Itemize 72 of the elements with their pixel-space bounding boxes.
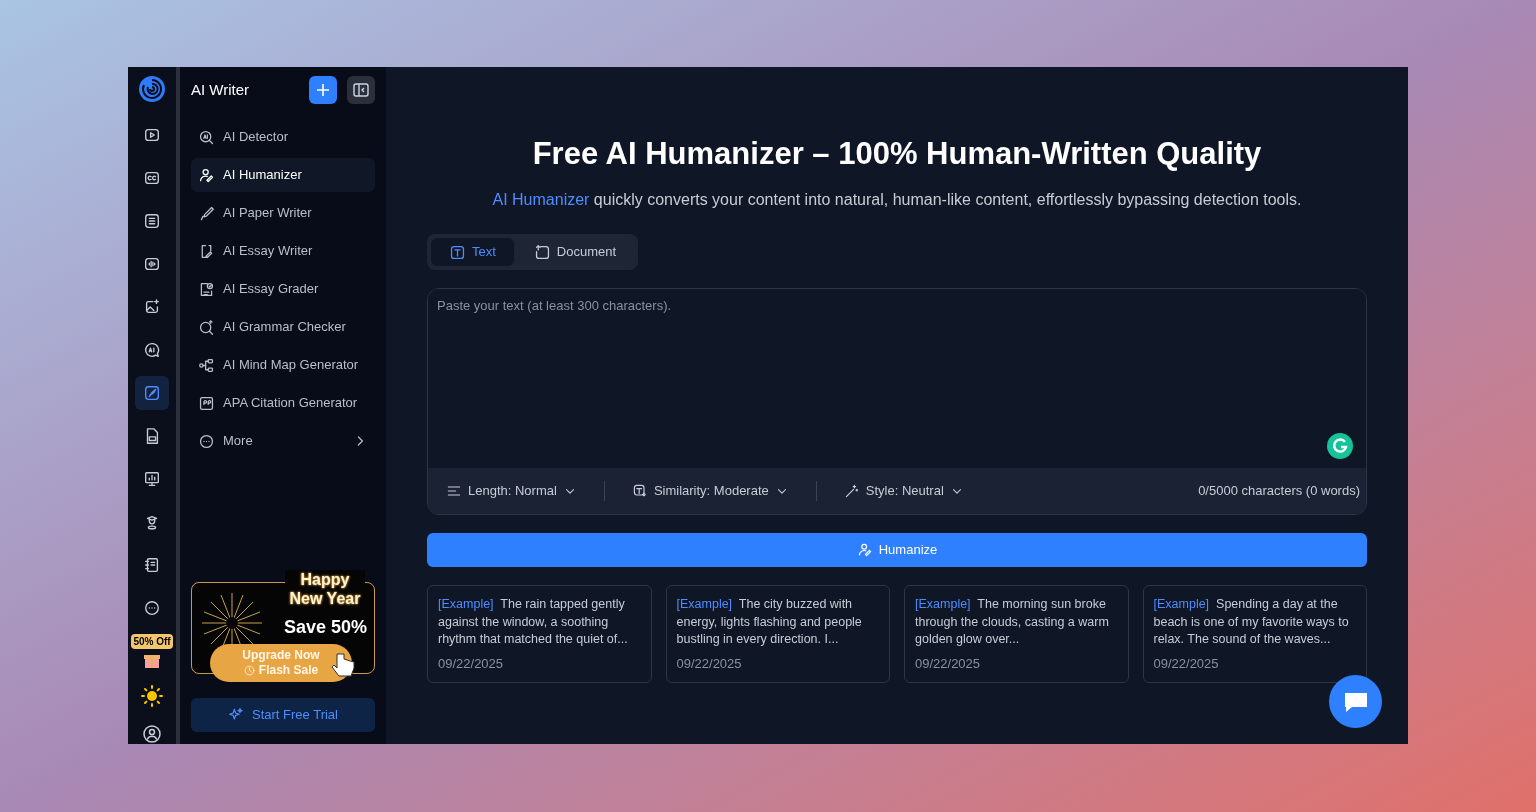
sidebar-item[interactable]: AI Essay Writer bbox=[191, 234, 375, 268]
humanize-button[interactable]: Humanize bbox=[427, 533, 1367, 567]
panel-icon bbox=[352, 81, 370, 99]
sparkle-icon bbox=[228, 707, 244, 723]
plus-icon bbox=[315, 82, 331, 98]
option-dropdown[interactable]: Style: Neutral bbox=[843, 481, 964, 501]
promo-offer: Save 50% bbox=[283, 616, 367, 639]
clock-icon bbox=[243, 665, 255, 676]
example-card[interactable]: [Example] The morning sun broke through the clouds, casting a warm golden glow over... 09/22/2025 bbox=[904, 585, 1129, 683]
example-card[interactable]: [Example] The city buzzed with energy, lights flashing and people bustling in every direction. I... 09/22/2025 bbox=[665, 585, 890, 683]
account-icon[interactable] bbox=[142, 724, 162, 744]
grammar-search-icon bbox=[198, 318, 215, 336]
sidebar-item[interactable]: AI Mind Map Generator bbox=[191, 348, 375, 382]
lines-icon bbox=[446, 483, 462, 499]
sidebar-item[interactable]: AI Grammar Checker bbox=[191, 310, 375, 344]
chart-board-icon bbox=[143, 470, 161, 488]
more-icon bbox=[143, 599, 161, 617]
chat-button[interactable] bbox=[1329, 675, 1382, 728]
sidebar-title: AI Writer bbox=[191, 79, 251, 100]
mode-tab[interactable]: Document bbox=[515, 238, 635, 266]
grade-document-icon bbox=[198, 280, 215, 298]
document-upload-icon bbox=[533, 243, 551, 261]
ai-search-icon bbox=[198, 128, 215, 146]
sidebar-item[interactable]: AI Paper Writer bbox=[191, 196, 375, 230]
discount-badge[interactable]: 50% Off bbox=[131, 634, 173, 649]
option-dropdown[interactable]: Length: Normal bbox=[446, 481, 577, 501]
audio-wave-icon bbox=[143, 255, 161, 273]
captions-icon bbox=[143, 169, 161, 187]
pointing-hand-icon bbox=[329, 650, 357, 680]
writer-icon bbox=[143, 384, 161, 402]
option-dropdown[interactable]: Similarity: Moderate bbox=[631, 481, 789, 501]
intro-text: AI Humanizer quickly converts your content into natural, human-like content, effortlessly bypassing detection tools. bbox=[491, 190, 1303, 210]
rail-button[interactable] bbox=[135, 376, 169, 410]
sidebar-item[interactable]: AI Essay Grader bbox=[191, 272, 375, 306]
mind-map-icon bbox=[198, 356, 215, 374]
grammar-assistant-icon[interactable] bbox=[1326, 432, 1354, 460]
more-icon bbox=[198, 432, 215, 450]
new-button[interactable] bbox=[309, 76, 337, 104]
sidebar-item[interactable]: More bbox=[191, 424, 375, 458]
image-sparkle-icon bbox=[143, 298, 161, 316]
person-pen-icon bbox=[856, 542, 873, 558]
mode-tab[interactable]: Text bbox=[431, 238, 514, 266]
text-sparkle-icon bbox=[631, 483, 648, 499]
notebook-icon bbox=[143, 556, 161, 574]
collapse-sidebar-button[interactable] bbox=[347, 76, 375, 104]
list-icon bbox=[143, 212, 161, 230]
example-date: 09/22/2025 bbox=[676, 654, 743, 672]
text-icon bbox=[449, 243, 466, 261]
sun-icon[interactable] bbox=[141, 685, 163, 707]
video-icon bbox=[143, 126, 161, 144]
example-text: [Example] The morning sun broke through the clouds, casting a warm golden glow over... bbox=[915, 596, 1110, 648]
page-heading: Free AI Humanizer – 100% Human-Written Quality bbox=[531, 135, 1263, 173]
example-text: [Example] The city buzzed with energy, lights flashing and people bustling in every direction. I... bbox=[676, 596, 863, 648]
pen-icon bbox=[198, 204, 215, 222]
text-editor[interactable]: Paste your text (at least 300 characters). Length: Normal Similarity: Moderate Style: Neutral 0/5000 characters (0 words) bbox=[427, 288, 1367, 515]
person-pen-icon bbox=[198, 166, 215, 184]
example-date: 09/22/2025 bbox=[1153, 654, 1220, 672]
example-text: [Example] The rain tapped gently against the window, a soothing rhythm that matched the quiet of... bbox=[438, 596, 629, 648]
example-card[interactable]: [Example] The rain tapped gently against the window, a soothing rhythm that matched the quiet of... 09/22/2025 bbox=[427, 585, 652, 683]
example-date: 09/22/2025 bbox=[915, 654, 982, 672]
magic-wand-icon bbox=[843, 483, 860, 499]
start-free-trial-button[interactable]: Start Free Trial bbox=[191, 698, 375, 732]
ai-chat-icon bbox=[143, 341, 161, 359]
sidebar-item[interactable]: APA Citation Generator bbox=[191, 386, 375, 420]
sidebar-item[interactable]: AI Humanizer bbox=[191, 158, 375, 192]
character-counter: 0/5000 characters (0 words) bbox=[1198, 482, 1360, 501]
example-text: [Example] Spending a day at the beach is one of my favorite ways to relax. The sound of the waves... bbox=[1153, 596, 1350, 648]
quote-number-icon bbox=[198, 394, 215, 412]
ai-humanizer-link[interactable]: AI Humanizer bbox=[492, 191, 590, 208]
sidebar-item[interactable]: AI Detector bbox=[191, 120, 375, 154]
example-date: 09/22/2025 bbox=[438, 654, 505, 672]
logo-icon[interactable] bbox=[138, 75, 166, 103]
